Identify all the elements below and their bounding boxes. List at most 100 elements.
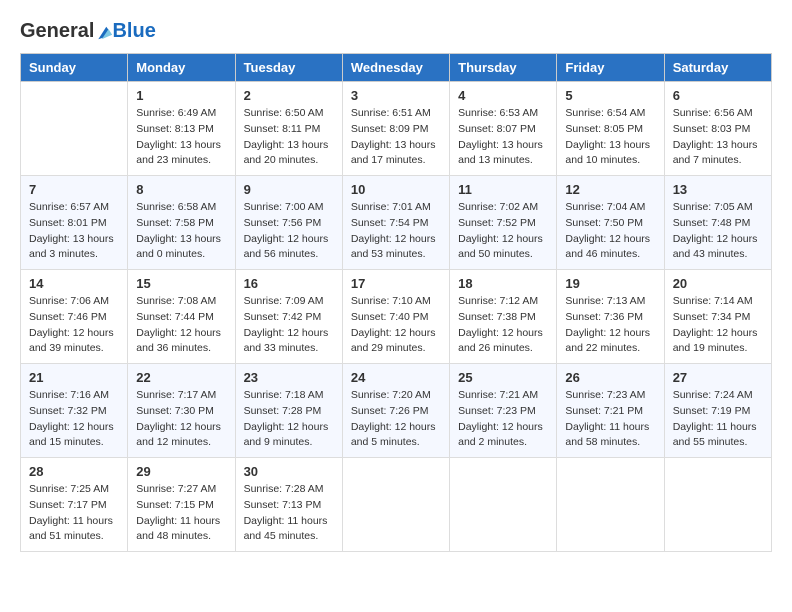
day-info: Sunrise: 6:49 AMSunset: 8:13 PMDaylight:… [136, 106, 226, 169]
day-cell: 7 Sunrise: 6:57 AMSunset: 8:01 PMDaylight… [21, 176, 128, 270]
day-number: 3 [351, 88, 441, 103]
day-info: Sunrise: 7:17 AMSunset: 7:30 PMDaylight:… [136, 388, 226, 451]
day-number: 6 [673, 88, 763, 103]
day-number: 20 [673, 276, 763, 291]
calendar-body: 1 Sunrise: 6:49 AMSunset: 8:13 PMDaylight… [21, 82, 772, 552]
day-number: 2 [244, 88, 334, 103]
day-info: Sunrise: 7:09 AMSunset: 7:42 PMDaylight:… [244, 294, 334, 357]
day-cell: 30 Sunrise: 7:28 AMSunset: 7:13 PMDayligh… [235, 458, 342, 552]
day-cell: 20 Sunrise: 7:14 AMSunset: 7:34 PMDayligh… [664, 270, 771, 364]
day-info: Sunrise: 7:10 AMSunset: 7:40 PMDaylight:… [351, 294, 441, 357]
day-info: Sunrise: 7:00 AMSunset: 7:56 PMDaylight:… [244, 200, 334, 263]
day-number: 21 [29, 370, 119, 385]
day-cell: 18 Sunrise: 7:12 AMSunset: 7:38 PMDayligh… [450, 270, 557, 364]
day-info: Sunrise: 6:56 AMSunset: 8:03 PMDaylight:… [673, 106, 763, 169]
day-cell: 17Sunrise: 7:10 AMSunset: 7:40 PMDayligh… [342, 270, 449, 364]
day-info: Sunrise: 7:23 AMSunset: 7:21 PMDaylight:… [565, 388, 655, 451]
header-friday: Friday [557, 54, 664, 82]
day-info: Sunrise: 7:13 AMSunset: 7:36 PMDaylight:… [565, 294, 655, 357]
day-info: Sunrise: 7:14 AMSunset: 7:34 PMDaylight:… [673, 294, 763, 357]
week-row-3: 14Sunrise: 7:06 AMSunset: 7:46 PMDayligh… [21, 270, 772, 364]
day-cell: 4 Sunrise: 6:53 AMSunset: 8:07 PMDaylight… [450, 82, 557, 176]
header-tuesday: Tuesday [235, 54, 342, 82]
day-number: 16 [244, 276, 334, 291]
header-thursday: Thursday [450, 54, 557, 82]
day-number: 4 [458, 88, 548, 103]
day-info: Sunrise: 7:28 AMSunset: 7:13 PMDaylight:… [244, 482, 334, 545]
day-info: Sunrise: 6:54 AMSunset: 8:05 PMDaylight:… [565, 106, 655, 169]
day-cell: 25 Sunrise: 7:21 AMSunset: 7:23 PMDayligh… [450, 364, 557, 458]
day-info: Sunrise: 7:12 AMSunset: 7:38 PMDaylight:… [458, 294, 548, 357]
day-info: Sunrise: 7:05 AMSunset: 7:48 PMDaylight:… [673, 200, 763, 263]
day-cell: 19 Sunrise: 7:13 AMSunset: 7:36 PMDayligh… [557, 270, 664, 364]
day-cell: 26 Sunrise: 7:23 AMSunset: 7:21 PMDayligh… [557, 364, 664, 458]
day-number: 15 [136, 276, 226, 291]
day-number: 13 [673, 182, 763, 197]
day-cell [450, 458, 557, 552]
day-cell: 1 Sunrise: 6:49 AMSunset: 8:13 PMDaylight… [128, 82, 235, 176]
day-number: 23 [244, 370, 334, 385]
day-cell: 16 Sunrise: 7:09 AMSunset: 7:42 PMDayligh… [235, 270, 342, 364]
day-info: Sunrise: 6:58 AMSunset: 7:58 PMDaylight:… [136, 200, 226, 263]
day-info: Sunrise: 6:50 AMSunset: 8:11 PMDaylight:… [244, 106, 334, 169]
day-info: Sunrise: 7:06 AMSunset: 7:46 PMDaylight:… [29, 294, 119, 357]
day-number: 19 [565, 276, 655, 291]
day-number: 28 [29, 464, 119, 479]
day-number: 30 [244, 464, 334, 479]
day-cell: 6 Sunrise: 6:56 AMSunset: 8:03 PMDaylight… [664, 82, 771, 176]
header-saturday: Saturday [664, 54, 771, 82]
day-cell [557, 458, 664, 552]
day-cell: 2 Sunrise: 6:50 AMSunset: 8:11 PMDaylight… [235, 82, 342, 176]
day-cell: 22 Sunrise: 7:17 AMSunset: 7:30 PMDayligh… [128, 364, 235, 458]
day-cell: 27 Sunrise: 7:24 AMSunset: 7:19 PMDayligh… [664, 364, 771, 458]
day-cell [21, 82, 128, 176]
day-number: 5 [565, 88, 655, 103]
day-info: Sunrise: 7:20 AMSunset: 7:26 PMDaylight:… [351, 388, 441, 451]
day-number: 27 [673, 370, 763, 385]
day-cell: 13 Sunrise: 7:05 AMSunset: 7:48 PMDayligh… [664, 176, 771, 270]
day-cell: 24 Sunrise: 7:20 AMSunset: 7:26 PMDayligh… [342, 364, 449, 458]
day-number: 25 [458, 370, 548, 385]
day-number: 24 [351, 370, 441, 385]
header: GeneralBlue [20, 20, 772, 43]
day-cell: 12 Sunrise: 7:04 AMSunset: 7:50 PMDayligh… [557, 176, 664, 270]
day-number: 29 [136, 464, 226, 479]
day-cell [664, 458, 771, 552]
calendar-table: SundayMondayTuesdayWednesdayThursdayFrid… [20, 53, 772, 552]
week-row-2: 7 Sunrise: 6:57 AMSunset: 8:01 PMDaylight… [21, 176, 772, 270]
day-number: 18 [458, 276, 548, 291]
day-cell: 3 Sunrise: 6:51 AMSunset: 8:09 PMDaylight… [342, 82, 449, 176]
day-number: 11 [458, 182, 548, 197]
day-info: Sunrise: 7:24 AMSunset: 7:19 PMDaylight:… [673, 388, 763, 451]
header-monday: Monday [128, 54, 235, 82]
day-info: Sunrise: 6:51 AMSunset: 8:09 PMDaylight:… [351, 106, 441, 169]
header-sunday: Sunday [21, 54, 128, 82]
day-number: 1 [136, 88, 226, 103]
day-info: Sunrise: 7:02 AMSunset: 7:52 PMDaylight:… [458, 200, 548, 263]
day-cell: 9Sunrise: 7:00 AMSunset: 7:56 PMDaylight… [235, 176, 342, 270]
day-cell: 28 Sunrise: 7:25 AMSunset: 7:17 PMDayligh… [21, 458, 128, 552]
day-info: Sunrise: 7:27 AMSunset: 7:15 PMDaylight:… [136, 482, 226, 545]
day-cell: 21Sunrise: 7:16 AMSunset: 7:32 PMDayligh… [21, 364, 128, 458]
day-info: Sunrise: 7:21 AMSunset: 7:23 PMDaylight:… [458, 388, 548, 451]
logo: GeneralBlue [20, 20, 156, 43]
day-info: Sunrise: 7:08 AMSunset: 7:44 PMDaylight:… [136, 294, 226, 357]
day-number: 26 [565, 370, 655, 385]
day-info: Sunrise: 6:53 AMSunset: 8:07 PMDaylight:… [458, 106, 548, 169]
day-info: Sunrise: 7:04 AMSunset: 7:50 PMDaylight:… [565, 200, 655, 263]
calendar-header-row: SundayMondayTuesdayWednesdayThursdayFrid… [21, 54, 772, 82]
day-cell: 15 Sunrise: 7:08 AMSunset: 7:44 PMDayligh… [128, 270, 235, 364]
day-number: 22 [136, 370, 226, 385]
day-info: Sunrise: 7:25 AMSunset: 7:17 PMDaylight:… [29, 482, 119, 545]
day-number: 8 [136, 182, 226, 197]
day-cell: 23 Sunrise: 7:18 AMSunset: 7:28 PMDayligh… [235, 364, 342, 458]
day-cell: 14Sunrise: 7:06 AMSunset: 7:46 PMDayligh… [21, 270, 128, 364]
week-row-1: 1 Sunrise: 6:49 AMSunset: 8:13 PMDaylight… [21, 82, 772, 176]
week-row-5: 28 Sunrise: 7:25 AMSunset: 7:17 PMDayligh… [21, 458, 772, 552]
day-info: Sunrise: 6:57 AMSunset: 8:01 PMDaylight:… [29, 200, 119, 263]
day-info: Sunrise: 7:01 AMSunset: 7:54 PMDaylight:… [351, 200, 441, 263]
day-number: 12 [565, 182, 655, 197]
day-number: 7 [29, 182, 119, 197]
day-cell: 29 Sunrise: 7:27 AMSunset: 7:15 PMDayligh… [128, 458, 235, 552]
day-info: Sunrise: 7:18 AMSunset: 7:28 PMDaylight:… [244, 388, 334, 451]
